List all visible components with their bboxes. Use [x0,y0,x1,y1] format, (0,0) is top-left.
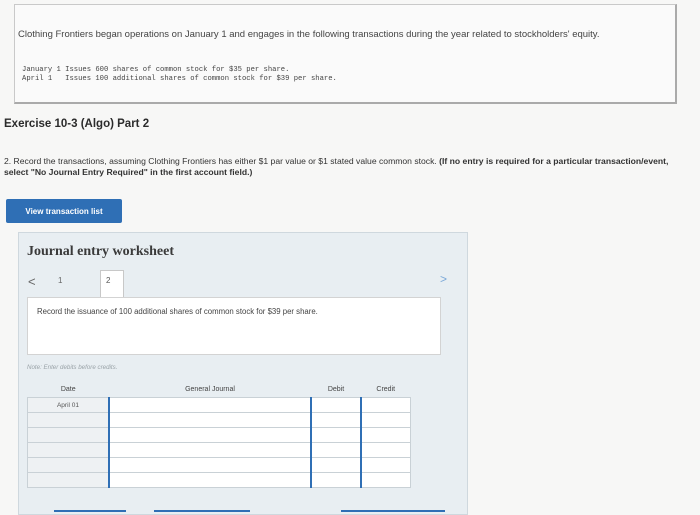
worksheet-tab-2[interactable]: 2 [106,276,110,285]
worksheet-tab-1[interactable]: 1 [58,276,62,285]
note-text: Note: Enter debits before credits. [27,364,118,371]
date-cell [27,442,110,458]
table-row [27,442,411,458]
debit-field[interactable] [310,412,362,428]
exercise-title: Exercise 10-3 (Algo) Part 2 [4,118,150,130]
debit-header: Debit [311,381,361,398]
journal-table: Date General Journal Debit Credit April … [27,381,411,488]
credit-field[interactable] [360,457,411,473]
table-row [27,412,411,428]
transaction-line-2: April 1 Issues 100 additional shares of … [22,75,337,83]
problem-info-box [14,4,677,104]
button-underline [341,510,445,512]
debit-field[interactable] [310,472,362,488]
account-field[interactable] [108,457,312,473]
table-row [27,457,411,473]
account-field[interactable] [108,427,312,443]
transaction-line-1: January 1 Issues 600 shares of common st… [22,66,290,74]
credit-field[interactable] [360,412,411,428]
table-row [27,472,411,488]
debit-field[interactable] [310,397,362,413]
account-field[interactable] [108,412,312,428]
debit-field[interactable] [310,457,362,473]
debit-field[interactable] [310,427,362,443]
worksheet-title: Journal entry worksheet [27,244,174,259]
intro-text: Clothing Frontiers began operations on J… [18,29,600,40]
general-journal-header: General Journal [109,381,311,398]
account-field[interactable] [108,442,312,458]
table-row: April 01 [27,397,411,413]
credit-header: Credit [361,381,411,398]
table-row [27,427,411,443]
date-header: Date [27,381,109,398]
button-underline [154,510,250,512]
record-instruction-text: Record the issuance of 100 additional sh… [37,307,318,316]
record-instruction-box [27,297,441,355]
worksheet-tab-2-frame [100,270,124,297]
debit-field[interactable] [310,442,362,458]
question-text: 2. Record the transactions, assuming Clo… [4,156,684,178]
question-main: 2. Record the transactions, assuming Clo… [4,156,437,166]
credit-field[interactable] [360,427,411,443]
credit-field[interactable] [360,442,411,458]
date-cell [27,412,110,428]
date-cell: April 01 [27,397,110,413]
button-underline [54,510,126,512]
account-field[interactable] [108,472,312,488]
date-cell [27,427,110,443]
view-transaction-list-button[interactable]: View transaction list [6,199,122,223]
prev-arrow-icon[interactable]: < [28,274,36,289]
account-field[interactable] [108,397,312,413]
credit-field[interactable] [360,472,411,488]
next-arrow-icon[interactable]: > [440,272,447,286]
date-cell [27,472,110,488]
date-cell [27,457,110,473]
credit-field[interactable] [360,397,411,413]
